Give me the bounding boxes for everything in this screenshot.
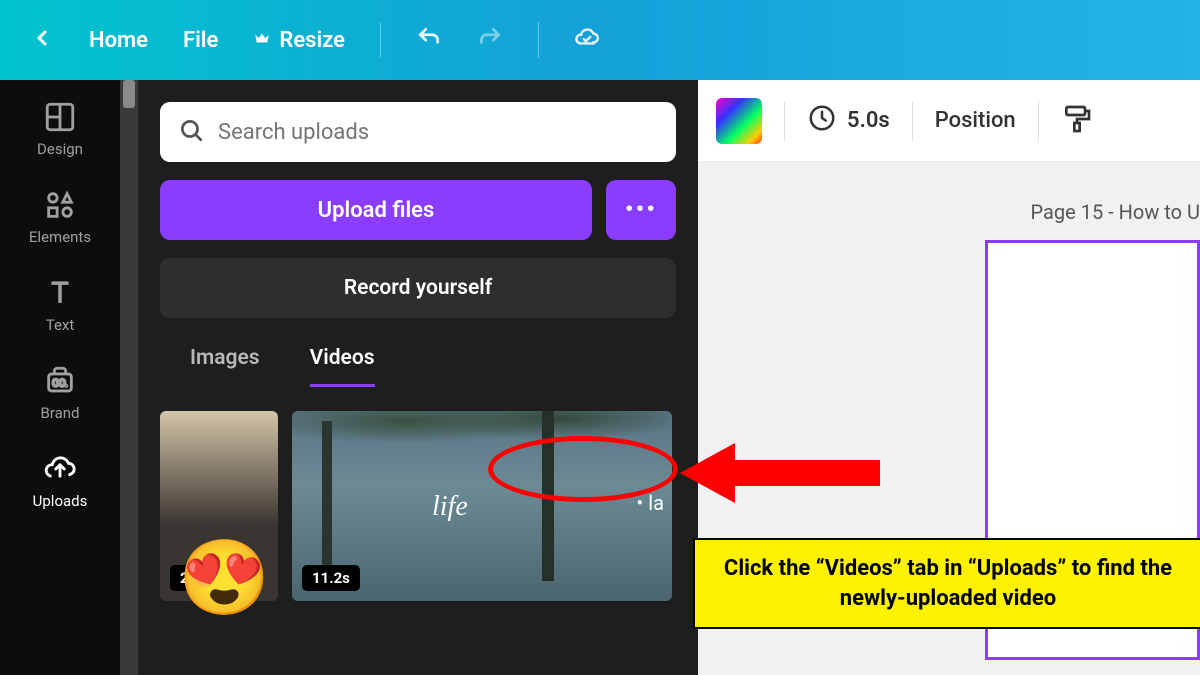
- clock-icon: [807, 103, 837, 139]
- timing-value: 5.0s: [847, 108, 890, 133]
- sidebar-label: Text: [46, 316, 75, 334]
- sidebar-item-uploads[interactable]: Uploads: [33, 452, 88, 510]
- top-bar: Home File Resize: [0, 0, 1200, 80]
- divider: [1038, 101, 1039, 141]
- search-uploads-box[interactable]: [160, 102, 676, 162]
- video-thumbnail[interactable]: life • la 11.2s: [292, 411, 672, 601]
- sidebar-item-elements[interactable]: Elements: [29, 188, 91, 246]
- resize-label: Resize: [279, 28, 345, 53]
- thumb-text: life: [432, 491, 468, 523]
- sidebar-label: Elements: [29, 228, 91, 246]
- emoji-sticker: 😍: [178, 542, 270, 616]
- sidebar-item-text[interactable]: Text: [43, 276, 77, 334]
- record-yourself-button[interactable]: Record yourself: [160, 258, 676, 318]
- duration-badge: 11.2s: [302, 565, 360, 591]
- position-button[interactable]: Position: [935, 108, 1016, 133]
- redo-button[interactable]: [477, 25, 503, 55]
- thumb-text: • la: [637, 491, 664, 515]
- color-picker-button[interactable]: [716, 98, 762, 144]
- crown-icon: [253, 28, 271, 53]
- back-icon[interactable]: [30, 26, 54, 54]
- divider: [538, 22, 539, 58]
- scrollbar-thumb[interactable]: [123, 80, 135, 108]
- tab-images[interactable]: Images: [190, 346, 260, 387]
- page-label: Page 15 - How to U: [1031, 200, 1200, 224]
- upload-row: Upload files •••: [160, 180, 676, 240]
- upload-files-button[interactable]: Upload files: [160, 180, 592, 240]
- panel-scrollbar[interactable]: [120, 80, 138, 675]
- divider: [912, 101, 913, 141]
- upload-tabs: Images Videos: [160, 336, 676, 387]
- home-button[interactable]: Home: [89, 28, 148, 53]
- svg-text:CO.: CO.: [52, 379, 67, 390]
- sidebar-label: Brand: [40, 404, 79, 422]
- timing-button[interactable]: 5.0s: [807, 103, 890, 139]
- sidebar-label: Design: [37, 140, 83, 158]
- divider: [784, 101, 785, 141]
- undo-button[interactable]: [416, 25, 442, 55]
- left-sidebar: Design Elements Text CO. Brand Uploads: [0, 80, 120, 675]
- search-input[interactable]: [218, 120, 658, 145]
- sidebar-item-brand[interactable]: CO. Brand: [40, 364, 79, 422]
- canvas-toolbar: 5.0s Position: [698, 80, 1200, 162]
- search-icon: [178, 117, 204, 147]
- annotation-callout: Click the “Videos” tab in “Uploads” to f…: [693, 538, 1200, 629]
- upload-more-button[interactable]: •••: [606, 180, 676, 240]
- file-menu[interactable]: File: [183, 28, 218, 53]
- sidebar-item-design[interactable]: Design: [37, 100, 83, 158]
- resize-button[interactable]: Resize: [253, 28, 345, 53]
- sidebar-label: Uploads: [33, 492, 88, 510]
- cloud-sync-icon[interactable]: [574, 25, 600, 55]
- divider: [380, 22, 381, 58]
- tab-videos[interactable]: Videos: [310, 346, 375, 387]
- paint-roller-icon[interactable]: [1061, 103, 1093, 139]
